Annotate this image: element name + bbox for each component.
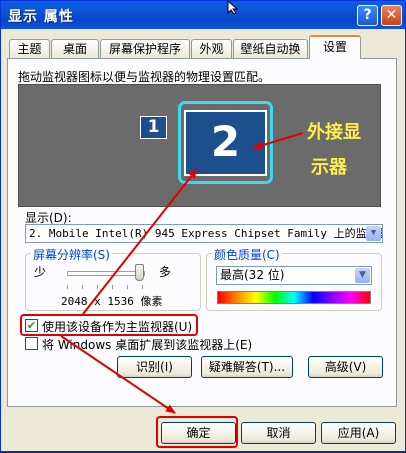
tab-settings[interactable]: 设置: [309, 35, 361, 59]
arrow-checkbox-to-ok: [60, 335, 176, 414]
annotation-arrows: [60, 132, 304, 414]
mouse-cursor-icon: [227, 1, 239, 15]
display-properties-window: 显示 属性 ? ✕ 主题 桌面 屏幕保护程序 外观 壁纸自动换 设置 拖动监视器…: [0, 0, 406, 452]
arrow-to-monitor-2: [252, 132, 304, 150]
arrow-checkbox-to-monitor: [82, 168, 198, 315]
